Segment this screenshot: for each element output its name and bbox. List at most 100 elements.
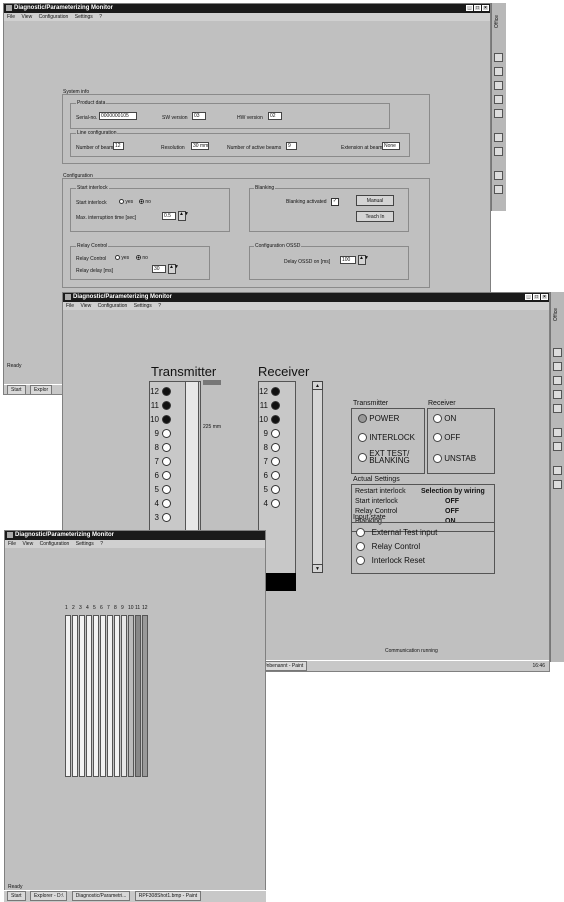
setting-label: Start interlock [355,498,398,505]
start-button[interactable]: Start [7,385,26,394]
scrollbar[interactable] [312,381,323,573]
interlock-label: INTERLOCK [369,433,416,442]
start-interlock-no[interactable]: no [139,199,151,205]
beam-number: 10 [259,415,268,424]
mail-icon[interactable] [494,109,503,118]
top-dimension-marker [203,380,221,385]
relay-delay-field[interactable]: 30 [152,265,166,273]
taskbar-item-explorer[interactable]: Explor [29,385,53,394]
camera-icon[interactable] [494,185,503,194]
menu-settings[interactable]: Settings [76,541,94,547]
start-interlock-group [70,188,230,232]
notes-icon[interactable] [553,466,562,475]
scroll-up-icon[interactable]: ▲ [312,381,323,390]
contacts-icon[interactable] [553,428,562,437]
scroll-down-icon[interactable]: ▼ [312,564,323,573]
spin-arrows-icon[interactable]: ▲▼ [358,255,369,265]
bar-number: 8 [114,605,117,611]
maximize-button[interactable]: □ [533,294,540,300]
transmitter-beam: 8 [149,443,171,452]
ext-test-label: EXT TEST/ BLANKING [369,449,410,465]
calendar-icon[interactable] [553,376,562,385]
minimize-button[interactable]: _ [466,5,473,11]
blanking-checkbox[interactable]: ✓ [331,198,339,206]
active-beams-field[interactable]: 9 [286,142,297,150]
menu-settings[interactable]: Settings [75,14,93,20]
office-label: Office [553,308,559,321]
beam-indicator-icon [162,401,171,410]
window-controls: _ □ × [466,5,489,11]
beam-number: 7 [263,457,268,466]
menu-configuration[interactable]: Configuration [39,14,69,20]
camera-icon[interactable] [553,480,562,489]
receiver-beam: 10 [258,415,280,424]
beam-indicator-icon [271,457,280,466]
notes-icon[interactable] [494,171,503,180]
taskbar-item-paint[interactable]: RPF308Shot1.bmp - Paint [134,891,202,901]
excel-icon[interactable] [494,67,503,76]
relay-yes[interactable]: yes [115,255,129,261]
teach-in-button[interactable]: Teach In [356,211,394,222]
spin-arrows-icon[interactable]: ▲▼ [168,264,179,274]
receiver-heading: Receiver [258,364,310,379]
max-interruption-field[interactable]: 0.5 [162,212,176,220]
hw-version-field[interactable]: 02 [268,112,282,120]
maximize-button[interactable]: □ [474,5,481,11]
taskbar-item-paint[interactable]: Unbenannt - Paint [259,661,308,671]
menu-help[interactable]: ? [158,303,161,309]
sw-version-field[interactable]: 03 [192,112,206,120]
beam-bar [93,615,99,777]
manual-button[interactable]: Manual [356,195,394,206]
word-icon[interactable] [494,53,503,62]
tasks-icon[interactable] [553,442,562,451]
menu-configuration[interactable]: Configuration [98,303,128,309]
led-icon [358,433,367,443]
menu-help[interactable]: ? [100,541,103,547]
extension-field[interactable]: None [382,142,400,150]
setting-value: OFF [445,508,459,515]
close-button[interactable]: × [482,5,489,11]
contacts-icon[interactable] [494,133,503,142]
taskbar-item-diagnostic[interactable]: Diagnostic/Parametri... [71,891,131,901]
led-icon [358,414,367,424]
menu-view[interactable]: View [21,14,32,20]
menu-file[interactable]: File [66,303,74,309]
beam-bar [72,615,78,777]
setting-value: Selection by wiring [421,488,485,495]
office-label: Office [494,15,500,28]
menu-file[interactable]: File [7,14,15,20]
relay-no[interactable]: no [136,255,148,261]
start-interlock-yes[interactable]: yes [119,199,133,205]
tasks-icon[interactable] [494,147,503,156]
menu-settings[interactable]: Settings [134,303,152,309]
start-button[interactable]: Start [7,891,26,901]
bar-number: 5 [93,605,96,611]
beams-field[interactable]: 12 [113,142,124,150]
max-interruption-label: Max. interruption time [sec] [76,215,137,221]
mail-icon[interactable] [553,404,562,413]
calendar-icon[interactable] [494,81,503,90]
minimize-button[interactable]: _ [525,294,532,300]
bar-number: 11 [135,605,141,611]
menu-view[interactable]: View [80,303,91,309]
excel-icon[interactable] [553,362,562,371]
input-label: Interlock Reset [371,556,426,565]
beam-number: 10 [150,415,159,424]
input-state-row: Interlock Reset [356,556,426,566]
close-button[interactable]: × [541,294,548,300]
resolution-field[interactable]: 30 mm [191,142,209,150]
menu-file[interactable]: File [8,541,16,547]
menu-help[interactable]: ? [99,14,102,20]
menu-configuration[interactable]: Configuration [40,541,70,547]
search-icon[interactable] [494,95,503,104]
serial-field[interactable]: 0000000105 [99,112,137,120]
start-interlock-group-label: Start interlock [76,185,109,191]
app-icon [7,532,13,538]
spin-arrows-icon[interactable]: ▲▼ [178,211,189,221]
search-icon[interactable] [553,390,562,399]
delay-ossd-field[interactable]: 100 [340,256,356,264]
menu-view[interactable]: View [22,541,33,547]
taskbar-item-explorer[interactable]: Explorer - D:\ [29,891,68,901]
word-icon[interactable] [553,348,562,357]
title-bar: Diagnostic/Parameterizing Monitor [5,531,265,540]
